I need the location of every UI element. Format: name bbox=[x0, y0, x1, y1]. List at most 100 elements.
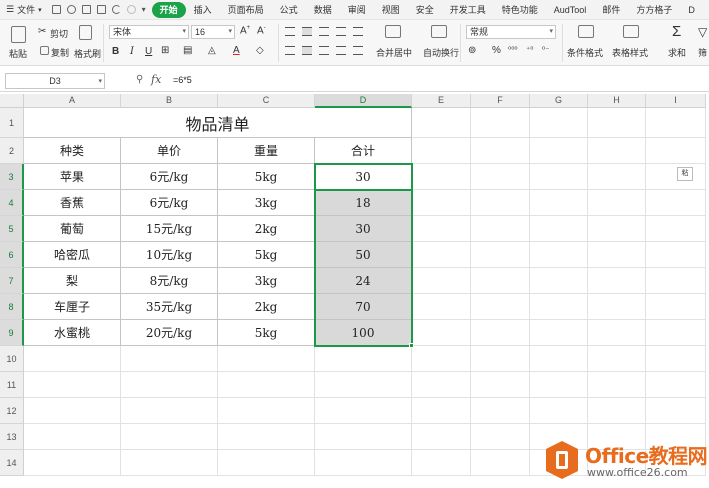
fill-handle[interactable] bbox=[409, 343, 414, 348]
cell-d10[interactable] bbox=[315, 346, 412, 372]
percent-icon[interactable]: % bbox=[492, 45, 501, 56]
column-header-i[interactable]: I bbox=[646, 94, 706, 108]
cell-f10[interactable] bbox=[471, 346, 530, 372]
decrease-font-icon[interactable]: A- bbox=[257, 25, 266, 36]
cell-h12[interactable] bbox=[588, 398, 646, 424]
tab-0[interactable]: 开始 bbox=[151, 1, 186, 18]
cell-e10[interactable] bbox=[412, 346, 471, 372]
name-box[interactable]: D3 ▾ bbox=[5, 73, 105, 89]
cell-i7[interactable] bbox=[646, 268, 706, 294]
indent-decrease-icon[interactable] bbox=[336, 27, 346, 36]
cell-f2[interactable] bbox=[471, 138, 530, 164]
cell-c7[interactable]: 3kg bbox=[218, 268, 315, 294]
cell-g6[interactable] bbox=[530, 242, 588, 268]
cell-h3[interactable] bbox=[588, 164, 646, 190]
font-name-select[interactable]: 宋体 ▾ bbox=[109, 25, 189, 39]
cell-i2[interactable] bbox=[646, 138, 706, 164]
cell-c14[interactable] bbox=[218, 450, 315, 476]
cell-a14[interactable] bbox=[24, 450, 121, 476]
cell-e11[interactable] bbox=[412, 372, 471, 398]
row-header-10[interactable]: 10 bbox=[0, 346, 24, 372]
cell-f14[interactable] bbox=[471, 450, 530, 476]
border-icon[interactable]: ⊞ bbox=[161, 45, 169, 56]
cell-a7[interactable]: 梨 bbox=[24, 268, 121, 294]
cell-g4[interactable] bbox=[530, 190, 588, 216]
cell-e7[interactable] bbox=[412, 268, 471, 294]
print-icon[interactable] bbox=[81, 5, 91, 14]
formula-input[interactable]: =6*5 bbox=[173, 75, 192, 85]
increase-decimal-icon[interactable]: ⁺⁰ bbox=[526, 45, 533, 54]
bold-button[interactable]: B bbox=[112, 46, 119, 57]
currency-icon[interactable]: ⊚ bbox=[468, 45, 476, 56]
clear-format-icon[interactable]: ◇ bbox=[256, 45, 264, 56]
cell-a11[interactable] bbox=[24, 372, 121, 398]
row-header-5[interactable]: 5 bbox=[0, 216, 24, 242]
merge-center-button[interactable]: 合并居中 bbox=[376, 46, 412, 59]
cell-f4[interactable] bbox=[471, 190, 530, 216]
underline-button[interactable]: U bbox=[145, 46, 152, 57]
cell-g2[interactable] bbox=[530, 138, 588, 164]
row-header-7[interactable]: 7 bbox=[0, 268, 24, 294]
cell-b11[interactable] bbox=[121, 372, 218, 398]
cell-h4[interactable] bbox=[588, 190, 646, 216]
cell-c3[interactable]: 5kg bbox=[218, 164, 315, 190]
highlight-icon[interactable]: ◬ bbox=[208, 45, 216, 56]
cell-e3[interactable] bbox=[412, 164, 471, 190]
cell-f3[interactable] bbox=[471, 164, 530, 190]
cell-e6[interactable] bbox=[412, 242, 471, 268]
row-header-2[interactable]: 2 bbox=[0, 138, 24, 164]
cell-a9[interactable]: 水蜜桃 bbox=[24, 320, 121, 346]
cell-f9[interactable] bbox=[471, 320, 530, 346]
cell-f7[interactable] bbox=[471, 268, 530, 294]
cell-f6[interactable] bbox=[471, 242, 530, 268]
sheet-title-cell[interactable]: 物品清单 bbox=[24, 108, 412, 138]
wrap-text-button[interactable]: 自动换行 bbox=[423, 46, 459, 59]
cell-a13[interactable] bbox=[24, 424, 121, 450]
cell-g10[interactable] bbox=[530, 346, 588, 372]
copy-button[interactable]: 复制 bbox=[51, 46, 69, 59]
cell-h6[interactable] bbox=[588, 242, 646, 268]
cell-c10[interactable] bbox=[218, 346, 315, 372]
cell-b6[interactable]: 10元/kg bbox=[121, 242, 218, 268]
cell-a8[interactable]: 车厘子 bbox=[24, 294, 121, 320]
thousands-icon[interactable]: ⁰⁰⁰ bbox=[508, 45, 518, 54]
cell-d8[interactable]: 70 bbox=[315, 294, 412, 320]
row-header-6[interactable]: 6 bbox=[0, 242, 24, 268]
cell-i5[interactable] bbox=[646, 216, 706, 242]
cell-i8[interactable] bbox=[646, 294, 706, 320]
cell-g12[interactable] bbox=[530, 398, 588, 424]
cell-d4[interactable]: 18 bbox=[315, 190, 412, 216]
tab-9[interactable]: 特色功能 bbox=[494, 2, 546, 18]
row-header-4[interactable]: 4 bbox=[0, 190, 24, 216]
cell-d9[interactable]: 100 bbox=[315, 320, 412, 346]
italic-button[interactable]: I bbox=[130, 46, 134, 57]
row-header-13[interactable]: 13 bbox=[0, 424, 24, 450]
justify-icon[interactable] bbox=[336, 46, 346, 55]
row-header-1[interactable]: 1 bbox=[0, 108, 24, 138]
cell-b9[interactable]: 20元/kg bbox=[121, 320, 218, 346]
cell-a12[interactable] bbox=[24, 398, 121, 424]
tab-11[interactable]: 邮件 bbox=[594, 2, 628, 18]
zoom-icon[interactable]: ⚲ bbox=[136, 74, 143, 85]
column-header-f[interactable]: F bbox=[471, 94, 530, 108]
cell-g5[interactable] bbox=[530, 216, 588, 242]
indent-increase-icon[interactable] bbox=[353, 27, 363, 36]
font-size-select[interactable]: 16 ▾ bbox=[191, 25, 235, 39]
cell-h1[interactable] bbox=[588, 108, 646, 138]
cell-h10[interactable] bbox=[588, 346, 646, 372]
header-cell-1[interactable]: 单价 bbox=[121, 138, 218, 164]
column-header-a[interactable]: A bbox=[24, 94, 121, 108]
decrease-decimal-icon[interactable]: ⁰⁻ bbox=[542, 45, 549, 54]
tab-13[interactable]: D bbox=[680, 2, 703, 18]
paste-icon[interactable] bbox=[11, 26, 26, 43]
cell-c8[interactable]: 2kg bbox=[218, 294, 315, 320]
cell-d14[interactable] bbox=[315, 450, 412, 476]
export-icon[interactable] bbox=[96, 5, 106, 14]
cell-i10[interactable] bbox=[646, 346, 706, 372]
tab-5[interactable]: 审阅 bbox=[340, 2, 374, 18]
tab-2[interactable]: 页面布局 bbox=[220, 2, 272, 18]
cell-e13[interactable] bbox=[412, 424, 471, 450]
distributed-icon[interactable] bbox=[353, 46, 363, 55]
number-format-select[interactable]: 常规 ▾ bbox=[466, 25, 556, 39]
increase-font-icon[interactable]: A+ bbox=[240, 25, 250, 36]
